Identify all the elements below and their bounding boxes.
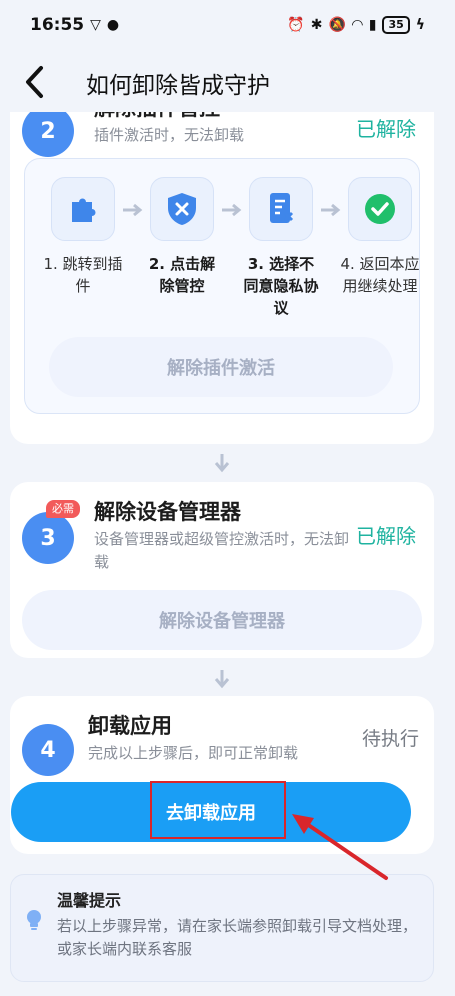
step-status: 已解除 bbox=[356, 117, 416, 141]
step-card-3: 3 必需 解除设备管理器 设备管理器或超级管控激活时，无法卸载 已解除 解除设备… bbox=[10, 482, 434, 658]
deactivate-device-admin-button[interactable]: 解除设备管理器 bbox=[22, 590, 422, 650]
check-circle-icon bbox=[348, 177, 412, 241]
document-x-icon bbox=[249, 177, 313, 241]
arrow-down-icon bbox=[214, 454, 230, 473]
status-bar: 16:55 ▽ ● ⏰ ✱ 🔕 ◠ ▮ 35 ϟ bbox=[0, 0, 455, 50]
tip-text: 若以上步骤异常，请在家长端参照卸载引导文档处理，或家长端内联系客服 bbox=[57, 917, 418, 958]
sub-step-label: 3. 选择不同意隐私协议 bbox=[243, 255, 319, 317]
shield-x-icon bbox=[150, 177, 214, 241]
tip-title: 温馨提示 bbox=[57, 891, 122, 910]
sub-step-4: 4. 返回本应用继续处理 bbox=[340, 177, 420, 297]
step-subtitle: 设备管理器或超级管控激活时，无法卸载 bbox=[94, 530, 350, 571]
step-card-2: 2 必需 解除插件管控 插件激活时，无法卸载 已解除 1. 跳转到插件 bbox=[10, 112, 434, 444]
charging-icon: ϟ bbox=[415, 17, 425, 33]
sub-step-label: 2. 点击解除管控 bbox=[148, 255, 216, 295]
arrow-right-icon bbox=[123, 203, 143, 217]
wifi-icon: ◠ bbox=[351, 17, 363, 33]
mute-icon: 🔕 bbox=[328, 17, 346, 33]
sub-steps-panel: 1. 跳转到插件 2. 点击解除管控 3. 选择不同意隐私协议 4. 返回本应用… bbox=[24, 158, 420, 414]
shield-status-icon: ▽ bbox=[90, 17, 101, 33]
puzzle-icon bbox=[51, 177, 115, 241]
signal-icon: ▮ bbox=[368, 17, 377, 33]
required-badge: 必需 bbox=[46, 500, 80, 518]
sub-step-label: 1. 跳转到插件 bbox=[43, 255, 123, 295]
step-status: 待执行 bbox=[362, 728, 420, 750]
arrow-right-icon bbox=[222, 203, 242, 217]
step-status: 已解除 bbox=[356, 524, 416, 548]
sub-step-1: 1. 跳转到插件 bbox=[43, 177, 123, 297]
back-button[interactable] bbox=[16, 62, 52, 102]
content-scroll[interactable]: 2 必需 解除插件管控 插件激活时，无法卸载 已解除 1. 跳转到插件 bbox=[0, 112, 455, 996]
sub-step-2: 2. 点击解除管控 bbox=[149, 177, 215, 297]
alarm-icon: ⏰ bbox=[287, 17, 305, 33]
step-number: 4 bbox=[22, 724, 74, 776]
step-number: 2 bbox=[22, 112, 74, 157]
arrow-down-icon bbox=[214, 670, 230, 689]
step-title: 解除设备管理器 bbox=[94, 500, 241, 524]
page-title: 如何卸除皆成守护 bbox=[86, 73, 270, 99]
uninstall-app-button[interactable]: 去卸载应用 bbox=[11, 782, 411, 842]
step-title: 卸载应用 bbox=[88, 714, 172, 738]
tip-card: 温馨提示 若以上步骤异常，请在家长端参照卸载引导文档处理，或家长端内联系客服 bbox=[10, 874, 434, 982]
bluetooth-icon: ✱ bbox=[310, 17, 323, 33]
status-time: 16:55 bbox=[30, 15, 85, 35]
sub-step-label: 4. 返回本应用继续处理 bbox=[340, 255, 420, 295]
deactivate-plugin-button[interactable]: 解除插件激活 bbox=[49, 337, 393, 397]
wechat-icon: ● bbox=[106, 17, 120, 33]
sub-step-3: 3. 选择不同意隐私协议 bbox=[243, 177, 319, 319]
arrow-right-icon bbox=[321, 203, 341, 217]
step-subtitle: 完成以上步骤后，即可正常卸载 bbox=[88, 744, 299, 762]
step-title: 解除插件管控 bbox=[94, 112, 220, 122]
chevron-left-icon bbox=[26, 66, 43, 98]
step-subtitle: 插件激活时，无法卸载 bbox=[94, 126, 245, 144]
header: 如何卸除皆成守护 bbox=[0, 52, 455, 112]
battery-icon: 35 bbox=[382, 16, 410, 34]
lightbulb-icon bbox=[27, 910, 41, 930]
step-number: 3 bbox=[22, 512, 74, 564]
